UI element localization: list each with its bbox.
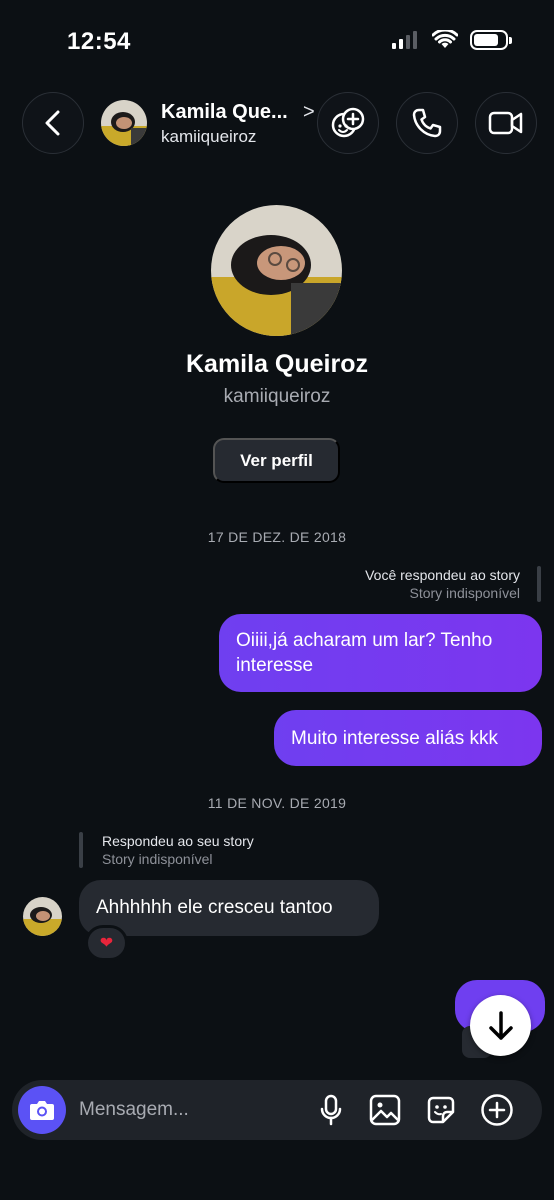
outgoing-message[interactable]: Muito interesse aliás kkk	[274, 710, 542, 766]
signal-icon	[392, 31, 417, 49]
plus-icon	[481, 1094, 513, 1126]
sticker-icon	[427, 1096, 455, 1124]
gallery-button[interactable]	[368, 1093, 402, 1127]
story-reply-subtitle: Story indisponível	[409, 585, 520, 601]
video-call-button[interactable]	[475, 92, 537, 154]
scroll-to-bottom-button[interactable]	[470, 995, 531, 1056]
status-icons	[392, 30, 512, 50]
avatar-image	[23, 897, 62, 936]
profile-avatar-image	[211, 205, 342, 336]
back-button[interactable]	[22, 92, 84, 154]
sticker-button[interactable]	[424, 1093, 458, 1127]
video-icon	[488, 111, 523, 135]
effects-icon	[331, 107, 365, 138]
header-contact-name[interactable]: Kamila Que...	[161, 101, 288, 124]
voice-call-button[interactable]	[396, 92, 458, 154]
avatar-image	[101, 100, 147, 146]
profile-name: Kamila Queiroz	[186, 350, 368, 378]
message-input[interactable]	[79, 1095, 299, 1125]
reply-indicator-bar	[79, 832, 83, 868]
incoming-story-reply[interactable]: Respondeu ao seu story Story indisponíve…	[102, 833, 254, 867]
story-reply-title: Respondeu ao seu story	[102, 833, 254, 849]
view-profile-button[interactable]: Ver perfil	[213, 438, 340, 483]
sender-avatar[interactable]	[23, 897, 62, 936]
outgoing-story-reply[interactable]: Você respondeu ao story Story indisponív…	[365, 567, 520, 601]
wifi-icon	[432, 30, 458, 48]
arrow-down-icon	[488, 1010, 513, 1040]
effects-button[interactable]	[317, 92, 379, 154]
microphone-icon	[320, 1094, 342, 1126]
story-reply-subtitle: Story indisponível	[102, 851, 213, 867]
add-button[interactable]	[480, 1093, 514, 1127]
camera-icon	[30, 1101, 54, 1120]
chevron-right-icon[interactable]: >	[303, 101, 315, 124]
header-avatar[interactable]	[101, 100, 147, 146]
story-reply-title: Você respondeu ao story	[365, 567, 520, 583]
battery-icon	[470, 30, 512, 50]
incoming-message[interactable]: Ahhhhhh ele cresceu tantoo	[79, 880, 379, 936]
profile-username: kamiiqueiroz	[223, 386, 331, 407]
outgoing-message[interactable]: Oiiii,já acharam um lar? Tenho interesse	[219, 614, 542, 692]
reply-indicator-bar	[537, 566, 541, 602]
back-icon	[45, 110, 60, 136]
gallery-icon	[369, 1094, 401, 1126]
date-separator: 17 DE DEZ. DE 2018	[207, 529, 347, 545]
date-separator: 11 DE NOV. DE 2019	[207, 795, 347, 811]
status-time: 12:54	[67, 28, 131, 55]
camera-button[interactable]	[18, 1086, 66, 1134]
phone-icon	[412, 108, 442, 138]
header-username[interactable]: kamiiqueiroz	[161, 127, 256, 147]
microphone-button[interactable]	[314, 1093, 348, 1127]
heart-icon[interactable]: ❤	[85, 925, 128, 961]
profile-avatar[interactable]	[211, 205, 342, 336]
